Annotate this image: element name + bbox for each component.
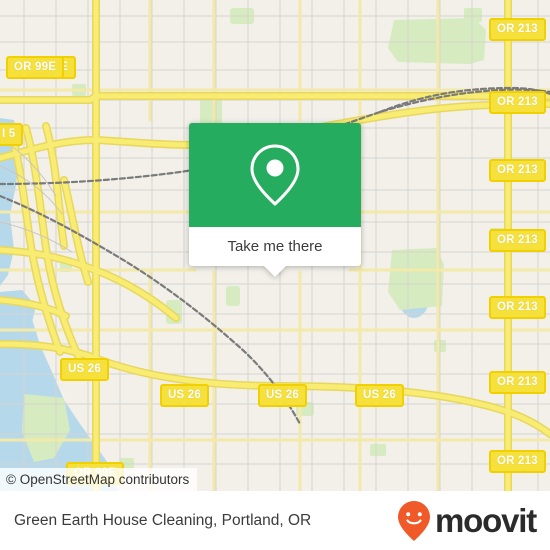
moovit-place-map-card: OR 99EOR 99EI 5US 26US 26US 26US 26OR 99… xyxy=(0,0,550,550)
road-shield: US 26 xyxy=(258,384,307,407)
popup-header xyxy=(189,123,361,227)
road-shield: US 26 xyxy=(355,384,404,407)
moovit-smiley-pin-icon xyxy=(398,500,431,541)
road-shield: OR 213 xyxy=(489,450,546,473)
osm-attribution[interactable]: © OpenStreetMap contributors xyxy=(0,468,198,491)
road-shield: OR 213 xyxy=(489,18,546,41)
moovit-wordmark: moovit xyxy=(435,502,537,539)
road-shield: OR 99E xyxy=(6,56,65,79)
map-canvas[interactable]: OR 99EOR 99EI 5US 26US 26US 26US 26OR 99… xyxy=(0,0,550,491)
road-shield: OR 213 xyxy=(489,229,546,252)
road-shield: OR 213 xyxy=(489,91,546,114)
road-shield: US 26 xyxy=(60,358,109,381)
road-shield: OR 213 xyxy=(489,296,546,319)
place-popup[interactable]: Take me there xyxy=(189,123,361,277)
popup-tail xyxy=(264,266,286,277)
road-shield: OR 213 xyxy=(489,159,546,182)
moovit-logo[interactable]: moovit xyxy=(397,491,537,550)
road-shield: OR 213 xyxy=(489,371,546,394)
card-footer: Green Earth House Cleaning, Portland, OR… xyxy=(0,491,550,550)
take-me-there-button[interactable]: Take me there xyxy=(227,238,322,255)
road-shield: I 5 xyxy=(0,123,24,146)
road-shield: US 26 xyxy=(160,384,209,407)
popup-action-bar[interactable]: Take me there xyxy=(189,227,361,266)
map-pin-icon xyxy=(250,144,300,206)
place-title: Green Earth House Cleaning, Portland, OR xyxy=(14,512,312,529)
